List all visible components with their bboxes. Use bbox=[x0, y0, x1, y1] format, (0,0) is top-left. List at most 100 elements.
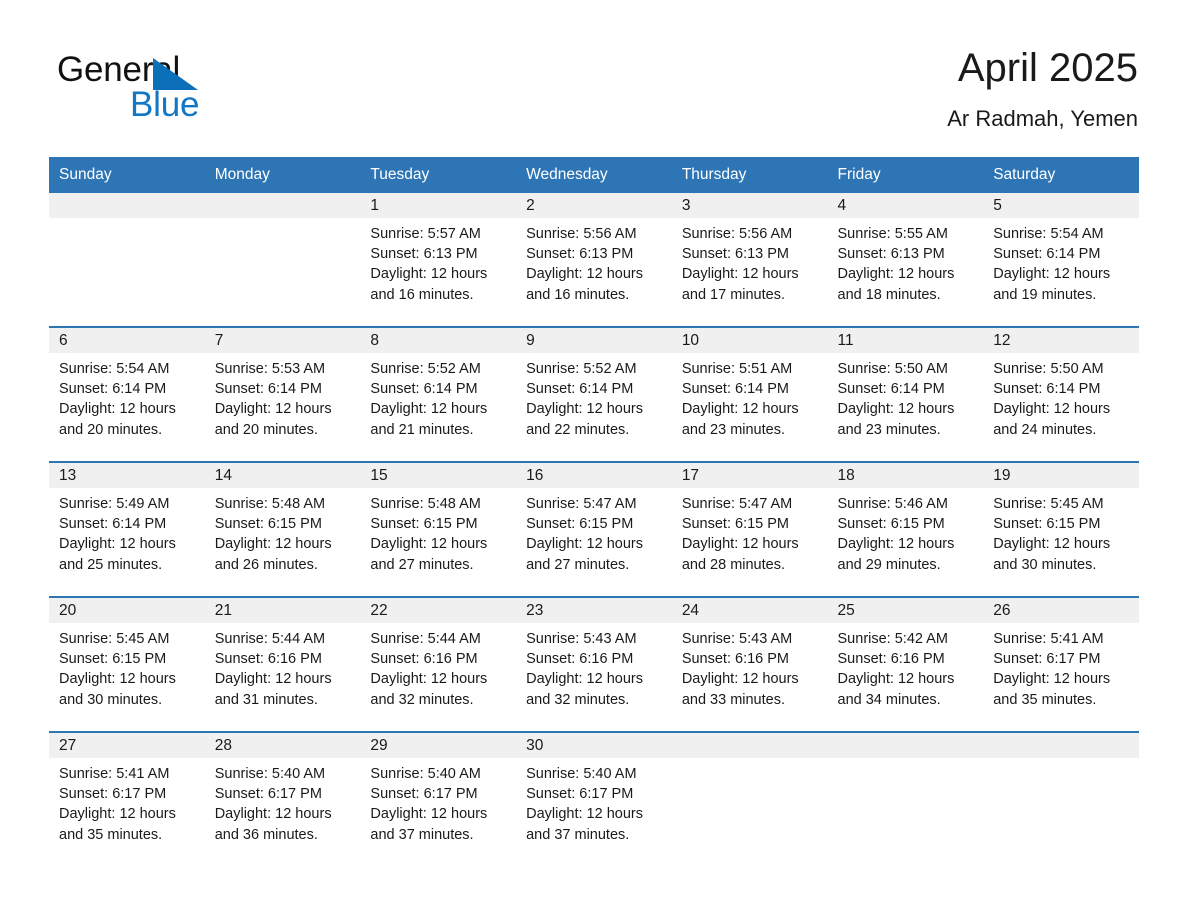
sunrise-time: Sunrise: 5:43 AM bbox=[681, 631, 793, 647]
sunset-time: Sunset: 6:15 PM bbox=[59, 651, 167, 668]
day-details: Sunrise: 5:46 AM Sunset: 6:15 PM Daylight:… bbox=[828, 488, 984, 575]
day-details: Sunrise: 5:52 AM Sunset: 6:14 PM Daylight:… bbox=[360, 353, 516, 440]
calendar-day-cell[interactable]: 17 Sunrise: 5:47 AM Sunset: 6:15 PM Dayligh… bbox=[671, 461, 828, 597]
calendar-day-cell[interactable]: 13 Sunrise: 5:49 AM Sunset: 6:14 PM Dayligh… bbox=[49, 461, 205, 597]
daylight-duration-line1: Daylight: 12 hours bbox=[59, 536, 176, 553]
calendar-week-row: 27 Sunrise: 5:41 AM Sunset: 6:17 PM Dayligh… bbox=[49, 731, 1139, 847]
day-cell-content: 11 Sunrise: 5:50 AM Sunset: 6:14 PM Dayligh… bbox=[827, 328, 984, 461]
daylight-duration-line2: and 36 minutes. bbox=[214, 826, 318, 843]
calendar-day-cell[interactable]: 12 Sunrise: 5:50 AM Sunset: 6:14 PM Dayligh… bbox=[983, 326, 1139, 462]
weekday-header-friday: Friday bbox=[827, 157, 984, 193]
day-cell-content: 21 Sunrise: 5:44 AM Sunset: 6:16 PM Dayligh… bbox=[204, 598, 361, 731]
day-details: Sunrise: 5:47 AM Sunset: 6:15 PM Daylight:… bbox=[516, 488, 672, 575]
calendar-day-cell[interactable]: 14 Sunrise: 5:48 AM Sunset: 6:15 PM Dayligh… bbox=[204, 461, 361, 597]
calendar-day-cell[interactable]: 4 Sunrise: 5:55 AM Sunset: 6:13 PM Daylight… bbox=[827, 193, 984, 327]
daylight-duration-line1: Daylight: 12 hours bbox=[370, 401, 488, 418]
calendar-body: 1 Sunrise: 5:57 AM Sunset: 6:13 PM Daylight… bbox=[49, 193, 1139, 847]
day-number: 25 bbox=[827, 598, 984, 623]
calendar-empty-cell bbox=[671, 731, 828, 847]
daylight-duration-line2: and 25 minutes. bbox=[59, 556, 163, 573]
calendar-day-cell[interactable]: 3 Sunrise: 5:56 AM Sunset: 6:13 PM Daylight… bbox=[671, 193, 828, 327]
calendar-day-cell[interactable]: 22 Sunrise: 5:44 AM Sunset: 6:16 PM Dayligh… bbox=[360, 596, 517, 732]
day-number bbox=[983, 733, 1139, 758]
calendar-week-row: 6 Sunrise: 5:54 AM Sunset: 6:14 PM Daylight… bbox=[49, 326, 1139, 462]
calendar-page: General Blue April 2025 Ar Radmah, Yemen… bbox=[0, 0, 1188, 918]
sunrise-time: Sunrise: 5:48 AM bbox=[214, 496, 326, 512]
calendar-day-cell[interactable]: 23 Sunrise: 5:43 AM Sunset: 6:16 PM Dayligh… bbox=[516, 596, 672, 732]
weekday-header-wednesday: Wednesday bbox=[516, 157, 672, 193]
calendar-day-cell[interactable]: 2 Sunrise: 5:56 AM Sunset: 6:13 PM Daylight… bbox=[516, 193, 672, 327]
sunrise-time: Sunrise: 5:42 AM bbox=[837, 631, 948, 647]
daylight-duration-line2: and 21 minutes. bbox=[370, 421, 474, 438]
calendar-day-cell[interactable]: 29 Sunrise: 5:40 AM Sunset: 6:17 PM Dayligh… bbox=[360, 731, 517, 847]
sunset-time: Sunset: 6:16 PM bbox=[370, 651, 478, 668]
calendar-day-cell[interactable]: 18 Sunrise: 5:46 AM Sunset: 6:15 PM Dayligh… bbox=[827, 461, 984, 597]
calendar-day-cell[interactable]: 25 Sunrise: 5:42 AM Sunset: 6:16 PM Dayligh… bbox=[827, 596, 984, 732]
weekday-header-sunday: Sunday bbox=[49, 157, 205, 193]
day-cell-content: 22 Sunrise: 5:44 AM Sunset: 6:16 PM Dayligh… bbox=[360, 598, 517, 731]
calendar-day-cell[interactable]: 1 Sunrise: 5:57 AM Sunset: 6:13 PM Daylight… bbox=[360, 193, 517, 327]
day-number: 12 bbox=[983, 328, 1139, 353]
day-cell-content: 28 Sunrise: 5:40 AM Sunset: 6:17 PM Dayligh… bbox=[204, 733, 361, 847]
sunrise-time: Sunrise: 5:41 AM bbox=[59, 766, 170, 782]
sunset-time: Sunset: 6:16 PM bbox=[526, 651, 634, 668]
day-details: Sunrise: 5:44 AM Sunset: 6:16 PM Daylight:… bbox=[205, 623, 361, 710]
day-cell-content: 10 Sunrise: 5:51 AM Sunset: 6:14 PM Dayligh… bbox=[671, 328, 828, 461]
weekday-header-saturday: Saturday bbox=[983, 157, 1139, 193]
daylight-duration-line1: Daylight: 12 hours bbox=[993, 401, 1111, 418]
calendar-day-cell[interactable]: 9 Sunrise: 5:52 AM Sunset: 6:14 PM Daylight… bbox=[516, 326, 672, 462]
calendar-header-row: Sunday Monday Tuesday Wednesday Thursday Frid… bbox=[49, 157, 1139, 193]
weekday-header-thursday: Thursday bbox=[671, 157, 828, 193]
sunrise-time: Sunrise: 5:54 AM bbox=[59, 361, 170, 377]
calendar-day-cell[interactable]: 20 Sunrise: 5:45 AM Sunset: 6:15 PM Dayligh… bbox=[49, 596, 205, 732]
daylight-duration-line1: Daylight: 12 hours bbox=[370, 806, 488, 823]
day-details: Sunrise: 5:48 AM Sunset: 6:15 PM Daylight:… bbox=[360, 488, 516, 575]
day-number: 26 bbox=[983, 598, 1139, 623]
day-cell-content: 16 Sunrise: 5:47 AM Sunset: 6:15 PM Dayligh… bbox=[516, 463, 672, 596]
day-cell-content: 24 Sunrise: 5:43 AM Sunset: 6:16 PM Dayligh… bbox=[671, 598, 828, 731]
sunrise-time: Sunrise: 5:51 AM bbox=[681, 361, 793, 377]
day-details: Sunrise: 5:51 AM Sunset: 6:14 PM Daylight:… bbox=[672, 353, 828, 440]
calendar-day-cell[interactable]: 26 Sunrise: 5:41 AM Sunset: 6:17 PM Dayligh… bbox=[983, 596, 1139, 732]
calendar-day-cell[interactable]: 6 Sunrise: 5:54 AM Sunset: 6:14 PM Daylight… bbox=[49, 326, 205, 462]
day-number bbox=[671, 733, 828, 758]
day-details: Sunrise: 5:41 AM Sunset: 6:17 PM Daylight:… bbox=[983, 623, 1139, 710]
sunrise-time: Sunrise: 5:56 AM bbox=[681, 226, 793, 242]
sunrise-time: Sunrise: 5:53 AM bbox=[214, 361, 326, 377]
calendar-day-cell[interactable]: 21 Sunrise: 5:44 AM Sunset: 6:16 PM Dayligh… bbox=[204, 596, 361, 732]
calendar-day-cell[interactable]: 24 Sunrise: 5:43 AM Sunset: 6:16 PM Dayligh… bbox=[671, 596, 828, 732]
sunrise-time: Sunrise: 5:56 AM bbox=[526, 226, 637, 242]
daylight-duration-line1: Daylight: 12 hours bbox=[681, 266, 799, 283]
calendar-empty-cell bbox=[983, 731, 1139, 847]
daylight-duration-line2: and 34 minutes. bbox=[837, 691, 941, 708]
day-number: 11 bbox=[827, 328, 984, 353]
day-cell-content bbox=[204, 193, 361, 326]
sunrise-sunset-calendar-table: Sunday Monday Tuesday Wednesday Thursday Frid… bbox=[49, 157, 1139, 847]
calendar-day-cell[interactable]: 10 Sunrise: 5:51 AM Sunset: 6:14 PM Dayligh… bbox=[671, 326, 828, 462]
daylight-duration-line1: Daylight: 12 hours bbox=[526, 536, 643, 553]
calendar-day-cell[interactable]: 30 Sunrise: 5:40 AM Sunset: 6:17 PM Dayligh… bbox=[516, 731, 672, 847]
day-details: Sunrise: 5:54 AM Sunset: 6:14 PM Daylight:… bbox=[49, 353, 205, 440]
day-number: 9 bbox=[516, 328, 672, 353]
calendar-day-cell[interactable]: 7 Sunrise: 5:53 AM Sunset: 6:14 PM Daylight… bbox=[204, 326, 361, 462]
day-cell-content: 3 Sunrise: 5:56 AM Sunset: 6:13 PM Daylight… bbox=[671, 193, 828, 326]
sunrise-time: Sunrise: 5:54 AM bbox=[993, 226, 1104, 242]
calendar-empty-cell bbox=[49, 193, 205, 327]
calendar-day-cell[interactable]: 28 Sunrise: 5:40 AM Sunset: 6:17 PM Dayligh… bbox=[204, 731, 361, 847]
sunrise-time: Sunrise: 5:45 AM bbox=[993, 496, 1104, 512]
calendar-day-cell[interactable]: 8 Sunrise: 5:52 AM Sunset: 6:14 PM Daylight… bbox=[360, 326, 517, 462]
sunset-time: Sunset: 6:14 PM bbox=[214, 381, 322, 398]
day-cell-content: 27 Sunrise: 5:41 AM Sunset: 6:17 PM Dayligh… bbox=[49, 733, 205, 847]
calendar-day-cell[interactable]: 5 Sunrise: 5:54 AM Sunset: 6:14 PM Daylight… bbox=[983, 193, 1139, 327]
day-cell-content: 29 Sunrise: 5:40 AM Sunset: 6:17 PM Dayligh… bbox=[360, 733, 517, 847]
calendar-day-cell[interactable]: 16 Sunrise: 5:47 AM Sunset: 6:15 PM Dayligh… bbox=[516, 461, 672, 597]
calendar-day-cell[interactable]: 15 Sunrise: 5:48 AM Sunset: 6:15 PM Dayligh… bbox=[360, 461, 517, 597]
sunrise-time: Sunrise: 5:50 AM bbox=[837, 361, 948, 377]
day-number: 14 bbox=[204, 463, 361, 488]
calendar-day-cell[interactable]: 19 Sunrise: 5:45 AM Sunset: 6:15 PM Dayligh… bbox=[983, 461, 1139, 597]
day-number: 22 bbox=[360, 598, 517, 623]
daylight-duration-line2: and 29 minutes. bbox=[837, 556, 941, 573]
sunrise-time: Sunrise: 5:44 AM bbox=[370, 631, 481, 647]
calendar-day-cell[interactable]: 11 Sunrise: 5:50 AM Sunset: 6:14 PM Dayligh… bbox=[827, 326, 984, 462]
calendar-day-cell[interactable]: 27 Sunrise: 5:41 AM Sunset: 6:17 PM Dayligh… bbox=[49, 731, 205, 847]
